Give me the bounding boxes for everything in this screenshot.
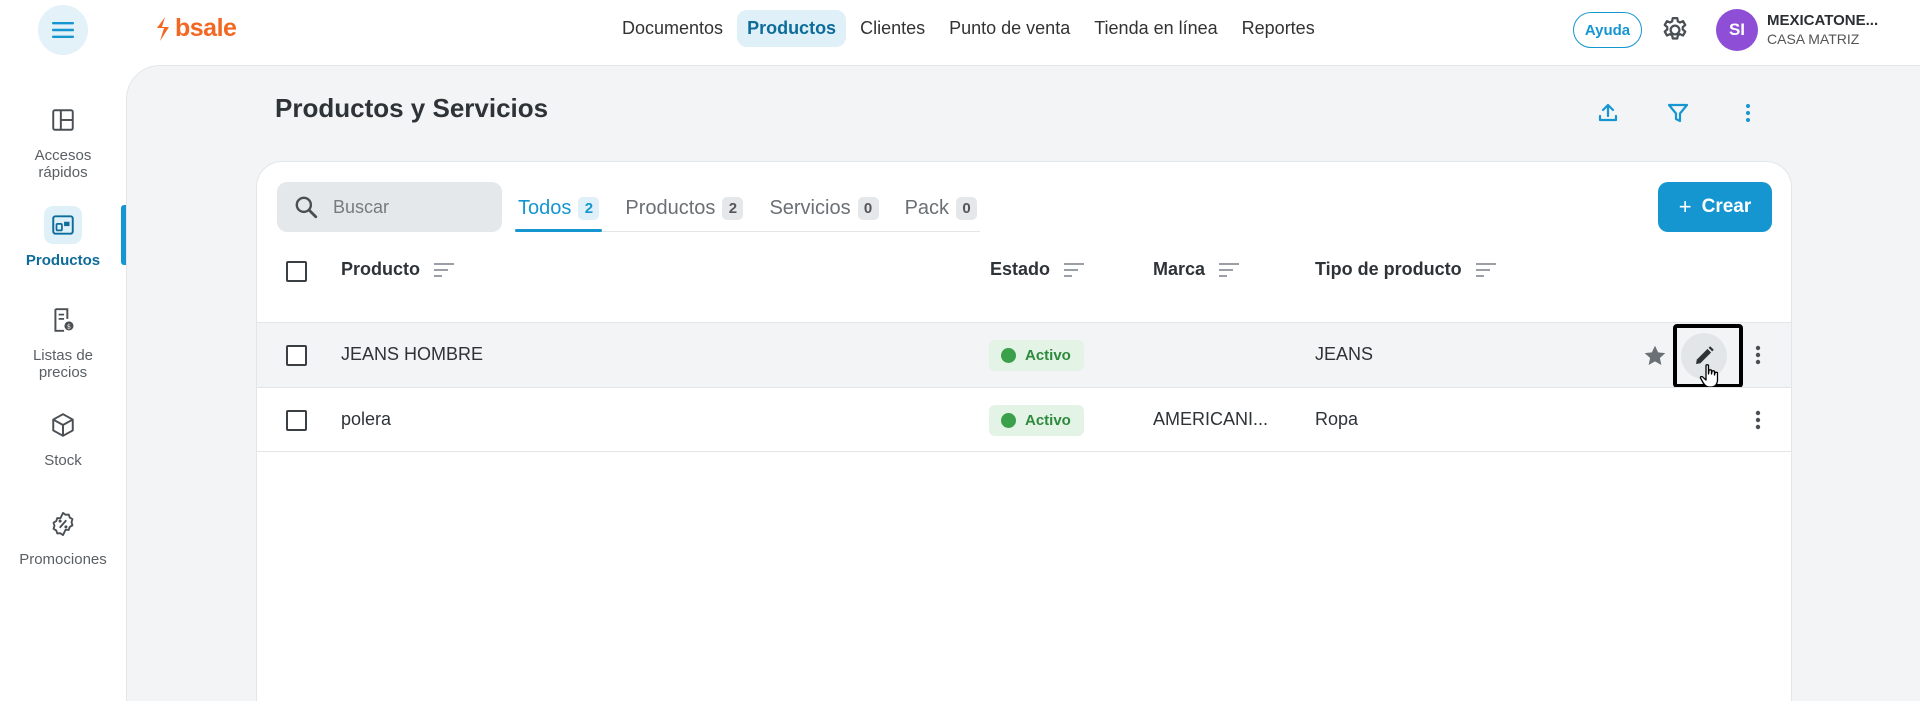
column-header-estado: Estado [990, 259, 1086, 280]
column-header-producto: Producto [341, 259, 456, 280]
more-vertical-icon [1755, 345, 1761, 365]
column-title: Marca [1153, 259, 1206, 279]
price-list-icon: $ [54, 308, 74, 332]
sort-icon[interactable] [1062, 260, 1086, 280]
export-button[interactable] [1591, 96, 1625, 130]
tab-productos[interactable]: Productos 2 [622, 186, 746, 230]
table-row[interactable]: polera Activo AMERICANI... Ropa [257, 387, 1791, 452]
logo-text: bsale [175, 14, 237, 42]
create-button[interactable]: + Crear [1658, 182, 1772, 232]
box-icon [52, 413, 74, 437]
menu-button[interactable] [38, 5, 88, 55]
cell-producto[interactable]: JEANS HOMBRE [341, 344, 483, 365]
tab-label: Todos [518, 196, 572, 219]
bsale-logo-mark-icon [157, 16, 169, 41]
more-options-button[interactable] [1731, 96, 1765, 130]
sort-icon[interactable] [1474, 260, 1498, 280]
products-card: Todos 2 Productos 2 Servicios 0 Pack 0 +… [256, 161, 1792, 701]
row-more-button[interactable] [1748, 340, 1768, 370]
star-icon[interactable] [1642, 343, 1668, 369]
tab-count-badge: 0 [956, 196, 978, 220]
nav-documentos[interactable]: Documentos [612, 10, 733, 47]
gear-icon[interactable] [1660, 15, 1690, 45]
table-header: Producto Estado Marca Tipo de producto [257, 235, 1791, 307]
column-title: Tipo de producto [1315, 259, 1462, 279]
plus-icon: + [1678, 194, 1692, 219]
company-info[interactable]: MEXICATONE... CASA MATRIZ [1767, 11, 1878, 49]
main-nav: Documentos Productos Clientes Punto de v… [612, 10, 1325, 47]
create-button-label: Crear [1701, 196, 1752, 217]
dashboard-icon [52, 109, 74, 131]
sidebar-item-label: Accesos rápidos [34, 147, 92, 181]
sidebar: Accesos rápidos Productos $ Listas de pr… [0, 65, 126, 701]
row-more-button[interactable] [1748, 405, 1768, 435]
tab-label: Pack [904, 196, 950, 219]
tab-count-badge: 2 [722, 196, 744, 220]
column-header-marca: Marca [1153, 259, 1241, 280]
tab-todos[interactable]: Todos 2 [515, 186, 603, 232]
search-icon [295, 196, 318, 219]
column-title: Estado [990, 259, 1051, 279]
cell-marca: AMERICANI... [1153, 409, 1269, 429]
cell-tipo: Ropa [1315, 409, 1359, 429]
status-text: Activo [1025, 347, 1071, 364]
help-button[interactable]: Ayuda [1573, 12, 1642, 48]
nav-reportes[interactable]: Reportes [1232, 10, 1325, 47]
sidebar-item-listas-de-precios[interactable]: $ Listas de precios [0, 301, 126, 381]
status-dot-icon [1001, 413, 1016, 428]
status-badge: Activo [989, 405, 1084, 436]
status-badge: Activo [989, 340, 1084, 371]
company-name: MEXICATONE... [1767, 12, 1879, 29]
page-title: Productos y Servicios [275, 93, 549, 123]
column-header-tipo-de-producto: Tipo de producto [1315, 259, 1498, 280]
filter-tabs: Todos 2 Productos 2 Servicios 0 Pack 0 [515, 186, 981, 232]
company-branch: CASA MATRIZ [1767, 31, 1860, 47]
sidebar-item-label: Promociones [19, 551, 107, 568]
bsale-logo[interactable]: bsale [154, 14, 237, 43]
status-dot-icon [1001, 348, 1016, 363]
tab-count-badge: 0 [857, 196, 879, 220]
svg-text:$: $ [67, 323, 71, 331]
search-input[interactable] [333, 196, 473, 218]
sidebar-item-productos[interactable]: Productos [0, 206, 126, 269]
avatar[interactable]: SI [1716, 9, 1758, 51]
tab-count-badge: 2 [578, 196, 600, 220]
cell-tipo: JEANS [1315, 344, 1374, 364]
more-vertical-icon [1755, 410, 1761, 430]
nav-clientes[interactable]: Clientes [850, 10, 935, 47]
row-checkbox[interactable] [286, 345, 307, 366]
hamburger-icon [52, 22, 74, 38]
nav-tienda-en-linea[interactable]: Tienda en línea [1084, 10, 1227, 47]
tab-pack[interactable]: Pack 0 [902, 186, 980, 230]
tab-label: Productos [625, 196, 716, 219]
filter-icon [1667, 103, 1689, 123]
products-icon [52, 215, 74, 235]
tab-servicios[interactable]: Servicios 0 [766, 186, 881, 230]
sidebar-item-stock[interactable]: Stock [0, 406, 126, 469]
sidebar-item-promociones[interactable]: Promociones [0, 505, 126, 568]
upload-icon [1598, 103, 1618, 122]
sort-icon[interactable] [432, 260, 456, 280]
status-text: Activo [1025, 412, 1071, 429]
cell-producto[interactable]: polera [341, 409, 391, 430]
sidebar-item-label: Stock [44, 452, 82, 469]
table-row[interactable]: JEANS HOMBRE Activo JEANS [257, 322, 1791, 388]
sidebar-item-accesos-rapidos[interactable]: Accesos rápidos [0, 101, 126, 181]
hand-cursor-icon [1699, 364, 1719, 388]
column-title: Producto [341, 259, 420, 279]
search-box[interactable] [277, 182, 502, 232]
tab-label: Servicios [769, 196, 851, 219]
nav-productos[interactable]: Productos [737, 10, 847, 47]
row-checkbox[interactable] [286, 410, 307, 431]
sidebar-item-label: Productos [25, 252, 101, 269]
more-vertical-icon [1746, 104, 1750, 122]
top-bar: bsale Documentos Productos Clientes Punt… [0, 0, 1920, 60]
filter-button[interactable] [1661, 96, 1695, 130]
sidebar-item-label: Listas de precios [32, 347, 94, 381]
sort-icon[interactable] [1217, 260, 1241, 280]
select-all-checkbox[interactable] [286, 261, 307, 282]
promotion-icon [52, 511, 74, 537]
nav-punto-de-venta[interactable]: Punto de venta [939, 10, 1080, 47]
